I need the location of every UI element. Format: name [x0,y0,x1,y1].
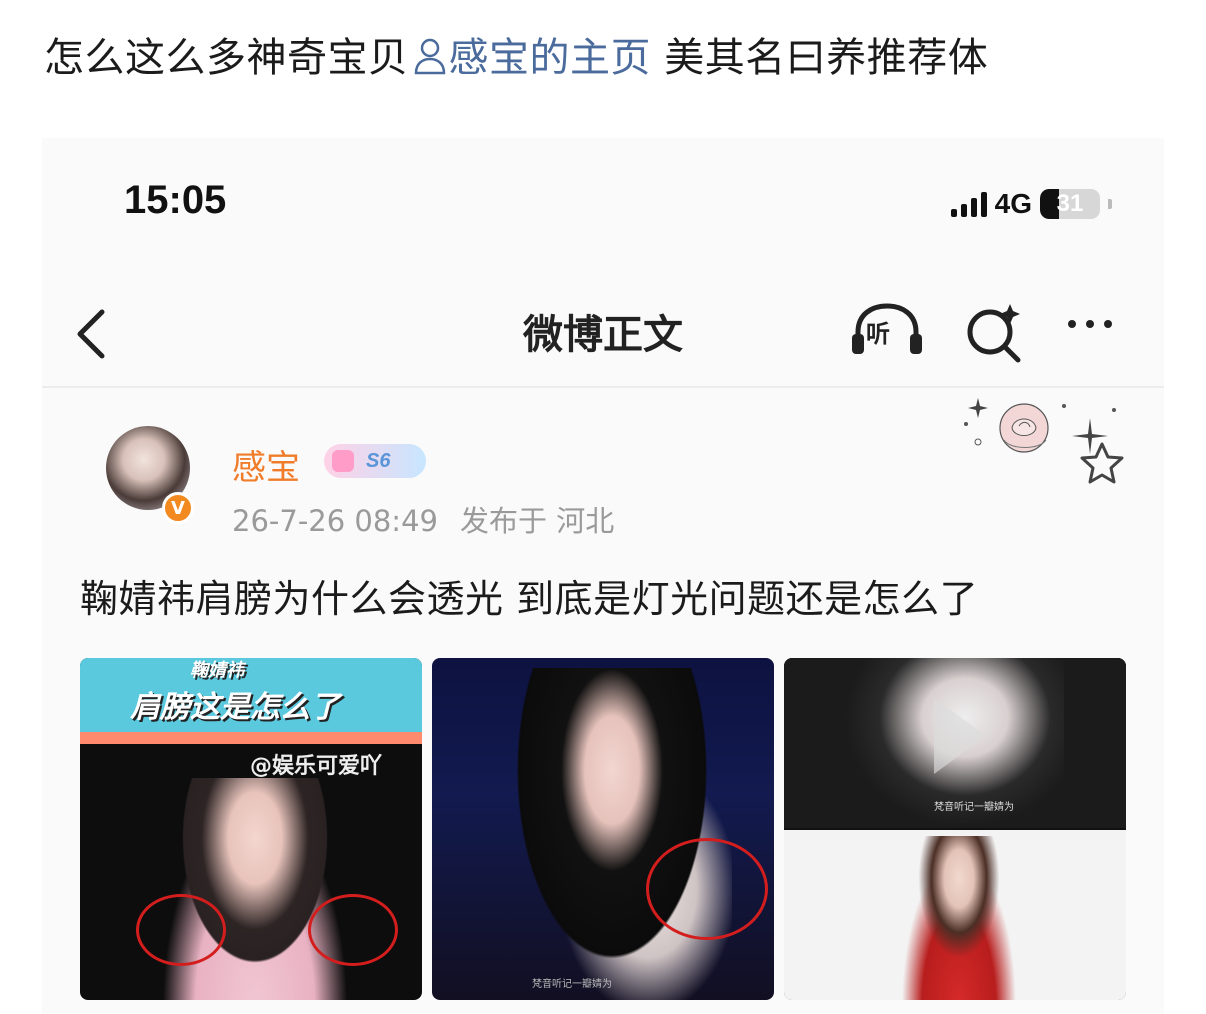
photo-frame [784,830,1126,1000]
post-meta: 26-7-26 08:49 发布于 河北 [232,498,614,540]
post-time: 26-7-26 08:49 [232,504,438,538]
red-circle-mark [308,894,398,966]
person-icon [413,32,447,92]
search-sparkle-icon[interactable] [962,300,1026,368]
post-location: 发布于 河北 [459,504,615,538]
post-image-2[interactable]: 梵音听记一瓣婧为 [432,658,774,1000]
battery-icon: 31 [1040,189,1100,219]
battery-cap [1108,199,1112,209]
post-text: 鞠婧祎肩膀为什么会透光 到底是灯光问题还是怎么了 [80,577,979,621]
username[interactable]: 感宝 [232,440,300,489]
image-watermark: @娱乐可爱吖 [250,754,383,779]
status-indicators: 4G 31 [950,188,1112,220]
level-label: S6 [366,449,391,472]
level-badge[interactable]: S6 [324,444,426,478]
post-image-1[interactable]: 鞠婧祎肩膀这是怎么了 @娱乐可爱吖 [80,658,422,1000]
weibo-screenshot: 15:05 4G 31 微博正文 听 V 感宝 S6 26-7-26 08:49… [42,138,1164,1014]
red-circle-mark [136,894,226,966]
image-caption-main: 肩膀这是怎么了 [130,690,340,725]
image-watermark: 梵音听记一瓣婧为 [934,802,1014,813]
listen-button[interactable]: 听 [848,300,926,360]
verified-badge-icon: V [162,492,194,524]
headline: 怎么这么多神奇宝贝 感宝的主页 美其名曰养推荐体 [44,28,1184,92]
status-time: 15:05 [124,178,227,222]
listen-label: 听 [866,320,890,348]
profile-link[interactable]: 感宝的主页 [449,35,652,81]
play-icon[interactable] [934,698,986,774]
nav-bar: 微博正文 听 [42,276,1164,388]
more-dots-icon[interactable] [1068,320,1112,328]
photo-person [492,668,732,1000]
photo-person [150,778,360,1000]
favorite-star-icon[interactable] [1078,440,1126,492]
weibo-post: V 感宝 S6 26-7-26 08:49 发布于 河北 鞠婧祎肩膀为什么会透光 … [42,388,1164,1014]
post-image-3[interactable]: 梵音听记一瓣婧为 [784,658,1126,1000]
caption-stripe [80,732,422,744]
level-badge-icon [332,450,354,472]
image-caption: 鞠婧祎肩膀这是怎么了 [130,660,340,726]
red-circle-mark [646,838,768,940]
photo-person [894,836,1024,1000]
image-grid: 鞠婧祎肩膀这是怎么了 @娱乐可爱吖 梵音听记一瓣婧为 梵音听记一瓣婧为 [80,658,1126,1000]
headline-prefix: 怎么这么多神奇宝贝 [44,35,409,81]
signal-icon [950,191,987,217]
network-type: 4G [994,188,1032,219]
battery-level: 31 [1056,190,1084,217]
headline-suffix: 美其名曰养推荐体 [651,35,989,81]
image-watermark: 梵音听记一瓣婧为 [532,979,612,990]
image-caption-top: 鞠婧祎 [190,660,244,681]
